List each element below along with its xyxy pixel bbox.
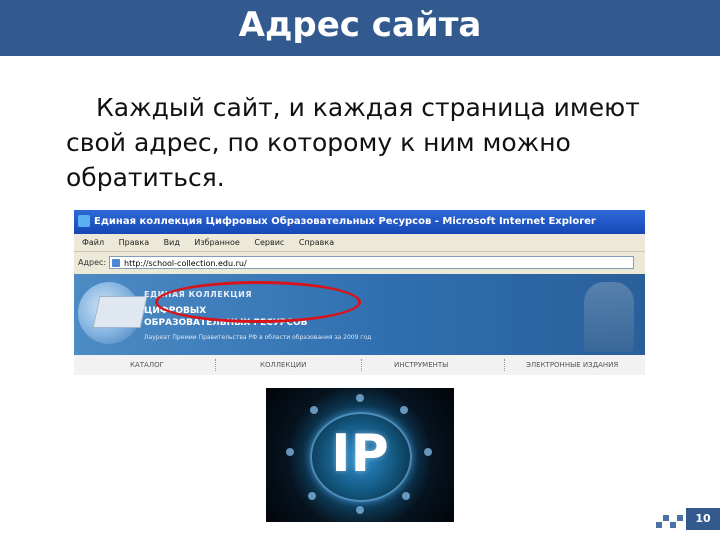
browser-screenshot: Единая коллекция Цифровых Образовательны… [74, 210, 645, 375]
address-label: Адрес: [78, 258, 107, 267]
highlight-oval [155, 281, 361, 323]
hand-icon [308, 492, 316, 500]
address-value: http://school-collection.edu.ru/ [124, 259, 247, 268]
decorative-squares [656, 513, 686, 529]
hand-icon [356, 506, 364, 514]
browser-window-title: Единая коллекция Цифровых Образовательны… [94, 216, 596, 227]
page-number: 10 [686, 508, 720, 530]
site-header-banner: ЕДИНАЯ КОЛЛЕКЦИЯ ЦИФРОВЫХ ОБРАЗОВАТЕЛЬНЫ… [74, 274, 645, 355]
hand-icon [356, 394, 364, 402]
page-icon [112, 259, 120, 267]
book-icon [92, 296, 148, 328]
menu-item-file[interactable]: Файл [82, 238, 104, 247]
address-input[interactable]: http://school-collection.edu.ru/ [109, 256, 634, 269]
person-photo [584, 282, 634, 352]
browser-menu-bar: Файл Правка Вид Избранное Сервис Справка [74, 234, 645, 251]
paragraph-line-1: Каждый сайт, и каждая страница имеют [96, 93, 640, 122]
hand-icon [400, 406, 408, 414]
nav-catalog[interactable]: КАТАЛОГ [130, 355, 164, 375]
menu-item-view[interactable]: Вид [164, 238, 180, 247]
site-nav: КАТАЛОГ КОЛЛЕКЦИИ ИНСТРУМЕНТЫ ЭЛЕКТРОННЫ… [74, 355, 645, 375]
ie-icon [78, 215, 90, 227]
browser-title-bar: Единая коллекция Цифровых Образовательны… [74, 210, 645, 234]
nav-divider [504, 359, 506, 371]
nav-e-publications[interactable]: ЭЛЕКТРОННЫЕ ИЗДАНИЯ [526, 355, 618, 375]
menu-item-edit[interactable]: Правка [119, 238, 149, 247]
menu-item-favorites[interactable]: Избранное [194, 238, 239, 247]
site-award-text: Лауреат Премии Правительства РФ в област… [144, 334, 372, 341]
nav-tools[interactable]: ИНСТРУМЕНТЫ [394, 355, 448, 375]
nav-collections[interactable]: КОЛЛЕКЦИИ [260, 355, 306, 375]
slide-title: Адрес сайта [238, 5, 482, 45]
slide-paragraph: Каждый сайт, и каждая страница имеют сво… [66, 90, 666, 195]
ip-illustration: IP [266, 388, 454, 522]
hand-icon [402, 492, 410, 500]
menu-item-help[interactable]: Справка [299, 238, 334, 247]
ip-label: IP [331, 424, 389, 484]
hand-icon [310, 406, 318, 414]
nav-divider [361, 359, 363, 371]
menu-item-tools[interactable]: Сервис [254, 238, 284, 247]
nav-divider [215, 359, 217, 371]
paragraph-line-2: свой адрес, по которому к ним можно [66, 128, 571, 157]
paragraph-line-3: обратиться. [66, 163, 225, 192]
address-bar: Адрес: http://school-collection.edu.ru/ [74, 251, 645, 275]
